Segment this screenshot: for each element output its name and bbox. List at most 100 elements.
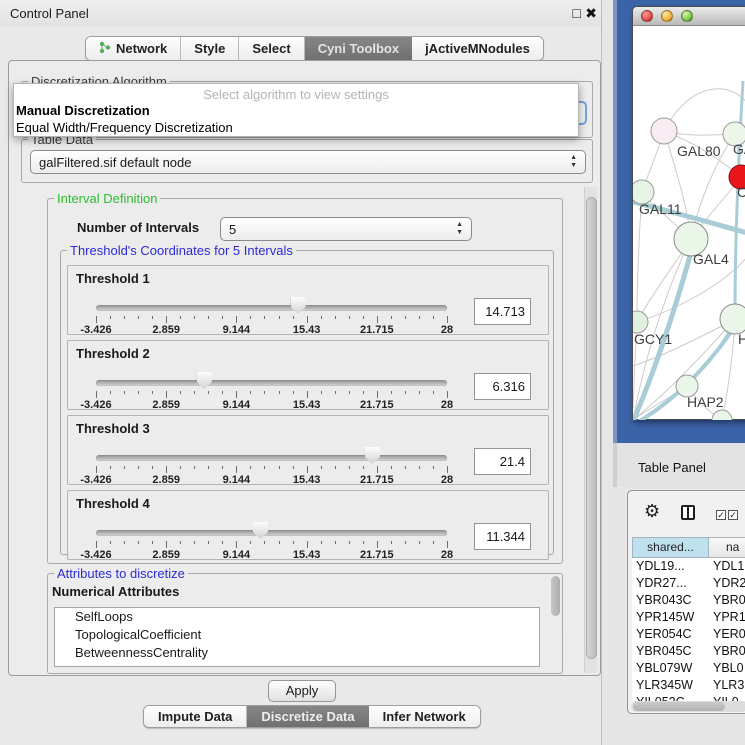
tab-network[interactable]: Network (86, 37, 181, 60)
tick-label: 28 (441, 474, 453, 486)
threshold-slider-track[interactable] (96, 380, 447, 386)
network-node-gal80[interactable] (651, 118, 677, 144)
tab-select[interactable]: Select (239, 37, 304, 60)
number-of-intervals-label: Number of Intervals (77, 220, 199, 235)
zoom-traffic-light-icon[interactable] (681, 10, 693, 22)
table-row[interactable]: YLR345WYLR3 (632, 677, 745, 694)
numerical-attributes-list[interactable]: SelfLoopsTopologicalCoefficientBetweenne… (54, 607, 540, 667)
tick-mark (264, 541, 265, 544)
apply-button[interactable]: Apply (268, 680, 336, 702)
gear-icon[interactable]: ⚙ (644, 501, 660, 522)
network-node-gcy1[interactable] (633, 311, 648, 333)
tick-label: 9.144 (223, 399, 251, 411)
threshold-slider-handle[interactable] (197, 372, 212, 389)
tick-mark (363, 316, 364, 319)
table-row[interactable]: YDR27...YDR2 (632, 575, 745, 592)
tab-style[interactable]: Style (181, 37, 239, 60)
tick-mark (321, 391, 322, 394)
table-row[interactable]: YDL19...YDL1 (632, 558, 745, 575)
tick-mark (138, 316, 139, 319)
attribute-list-item[interactable]: TopologicalCoefficient (55, 626, 539, 644)
tick-mark (391, 316, 392, 319)
attribute-list-item[interactable]: BetweennessCentrality (55, 644, 539, 662)
bottom-tab-bar: Impute DataDiscretize DataInfer Network (143, 705, 481, 728)
threshold-value-field[interactable]: 11.344 (474, 523, 531, 550)
number-of-intervals-combobox[interactable]: 5 ▲▼ (220, 217, 472, 241)
minimize-traffic-light-icon[interactable] (661, 10, 673, 22)
close-icon[interactable]: ✖ (585, 5, 597, 22)
tick-label: 15.43 (293, 549, 321, 561)
tick-mark (250, 316, 251, 319)
network-canvas[interactable]: GAL80GACGAL11GAL4GCY1HHAP2 (633, 26, 745, 420)
tick-mark (279, 466, 280, 469)
settings-scrollbar[interactable] (584, 187, 597, 673)
network-node-h[interactable] (720, 304, 745, 334)
threshold-value-field[interactable]: 14.713 (474, 298, 531, 325)
tick-mark (208, 316, 209, 319)
table-row[interactable]: YBR043CYBR0 (632, 592, 745, 609)
tab-discretize-data[interactable]: Discretize Data (247, 706, 368, 727)
cell-name: YDR2 (709, 575, 745, 592)
attributes-group: Attributes to discretize Numerical Attri… (47, 573, 563, 674)
threshold-box-1: Threshold 1-3.4262.8599.14415.4321.71528… (67, 265, 549, 335)
threshold-value-field[interactable]: 6.316 (474, 373, 531, 400)
control-panel-title: Control Panel (10, 6, 89, 21)
tick-mark (447, 541, 448, 548)
tick-mark (377, 316, 378, 323)
network-window-titlebar[interactable] (633, 7, 745, 26)
checkbox-icon[interactable]: ✓ (728, 510, 738, 520)
tab-cyni-toolbox[interactable]: Cyni Toolbox (305, 37, 412, 60)
popup-hint: Select algorithm to view settings (14, 87, 578, 102)
threshold-slider-track[interactable] (96, 455, 447, 461)
threshold-slider-handle[interactable] (291, 297, 306, 314)
tick-mark (293, 466, 294, 469)
tick-mark (222, 466, 223, 469)
threshold-slider-handle[interactable] (253, 522, 268, 539)
tick-mark (279, 541, 280, 544)
tick-label: 21.715 (360, 324, 394, 336)
cell-shared-name: YDL19... (632, 558, 709, 575)
close-traffic-light-icon[interactable] (641, 10, 653, 22)
tick-mark (264, 466, 265, 469)
columns-icon[interactable] (681, 505, 695, 520)
cell-shared-name: YDR27... (632, 575, 709, 592)
table-horizontal-scrollbar[interactable] (631, 701, 745, 712)
tab-impute-data[interactable]: Impute Data (144, 706, 247, 727)
table-row[interactable]: YER054CYER0 (632, 626, 745, 643)
column-header-name[interactable]: na (709, 537, 745, 558)
tick-mark (236, 316, 237, 323)
attribute-list-item[interactable]: SelfLoops (55, 608, 539, 626)
tick-mark (250, 391, 251, 394)
table-data-combobox[interactable]: galFiltered.sif default node ▲▼ (30, 150, 586, 174)
tab-infer-network[interactable]: Infer Network (369, 706, 480, 727)
threshold-slider-track[interactable] (96, 305, 447, 311)
cell-name: YPR1 (709, 609, 745, 626)
popup-option-equal-width-frequency[interactable]: Equal Width/Frequency Discretization (16, 120, 233, 135)
table-row[interactable]: YPR145WYPR1 (632, 609, 745, 626)
attributes-list-scrollbar[interactable] (550, 575, 561, 633)
cell-name: YIL0 (709, 694, 745, 701)
tick-mark (152, 541, 153, 544)
tick-label: 21.715 (360, 399, 394, 411)
tick-mark (377, 541, 378, 548)
network-node[interactable] (712, 410, 732, 420)
node-label: GA (733, 141, 745, 157)
column-header-shared-name[interactable]: shared... (632, 537, 709, 558)
float-window-icon[interactable]: □ (573, 5, 581, 21)
threshold-slider-handle[interactable] (365, 447, 380, 464)
node-label: GAL80 (677, 143, 721, 159)
tick-label: 2.859 (152, 324, 180, 336)
table-row[interactable]: YIL052CYIL0 (632, 694, 745, 701)
tick-mark (405, 316, 406, 319)
tab-jactivemnodules[interactable]: jActiveMNodules (412, 37, 543, 60)
tick-mark (208, 541, 209, 544)
threshold-value-field[interactable]: 21.4 (474, 448, 531, 475)
tick-mark (236, 466, 237, 473)
tick-label: 15.43 (293, 399, 321, 411)
checkbox-icon[interactable]: ✓ (716, 510, 726, 520)
threshold-slider-track[interactable] (96, 530, 447, 536)
table-row[interactable]: YBL079WYBL0 (632, 660, 745, 677)
tick-mark (208, 466, 209, 469)
popup-option-manual-discretization[interactable]: Manual Discretization (16, 103, 150, 118)
table-row[interactable]: YBR045CYBR0 (632, 643, 745, 660)
